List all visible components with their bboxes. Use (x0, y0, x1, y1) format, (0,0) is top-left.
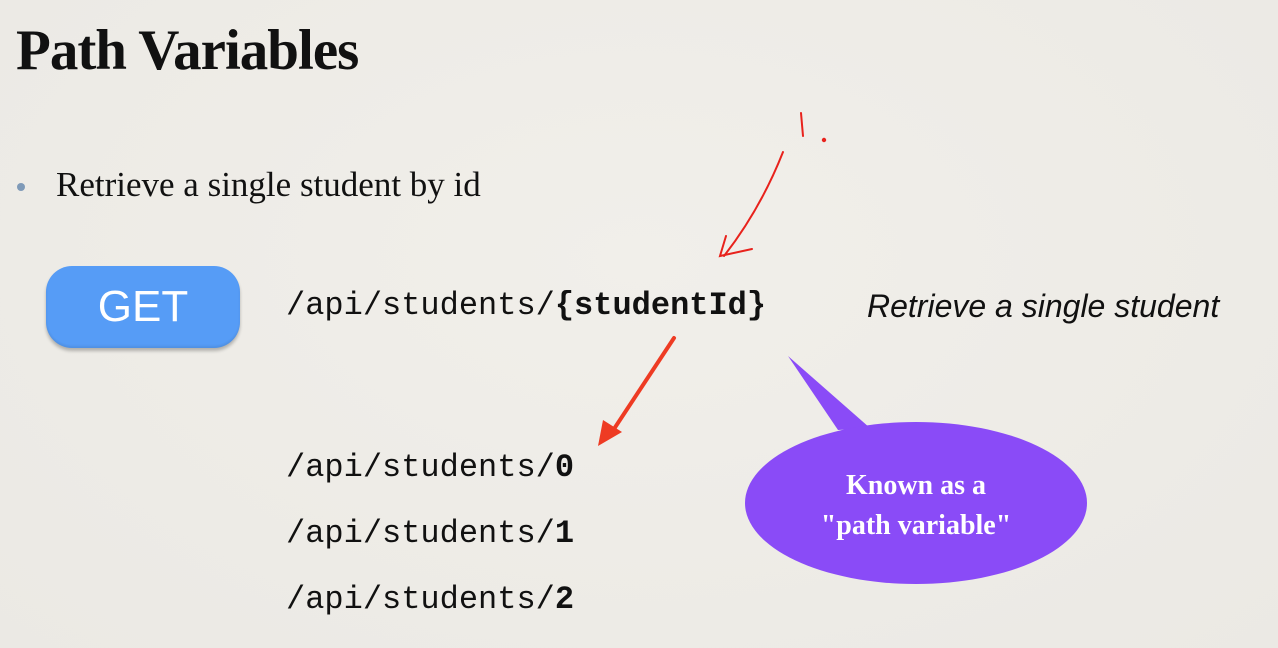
callout-tail (788, 356, 870, 430)
annotation-layer (598, 112, 1087, 584)
pen-dot (821, 137, 827, 143)
red-arrow-shaft (610, 336, 676, 434)
callout-line-1: Known as a (845, 470, 987, 501)
pen-arrow-shaft (723, 151, 784, 257)
pen-digit-one (800, 112, 804, 137)
callout-text: Known as a "path variable" (745, 466, 1087, 546)
callout-line-2: "path variable" (820, 510, 1012, 541)
handwritten-annotation (718, 112, 827, 258)
